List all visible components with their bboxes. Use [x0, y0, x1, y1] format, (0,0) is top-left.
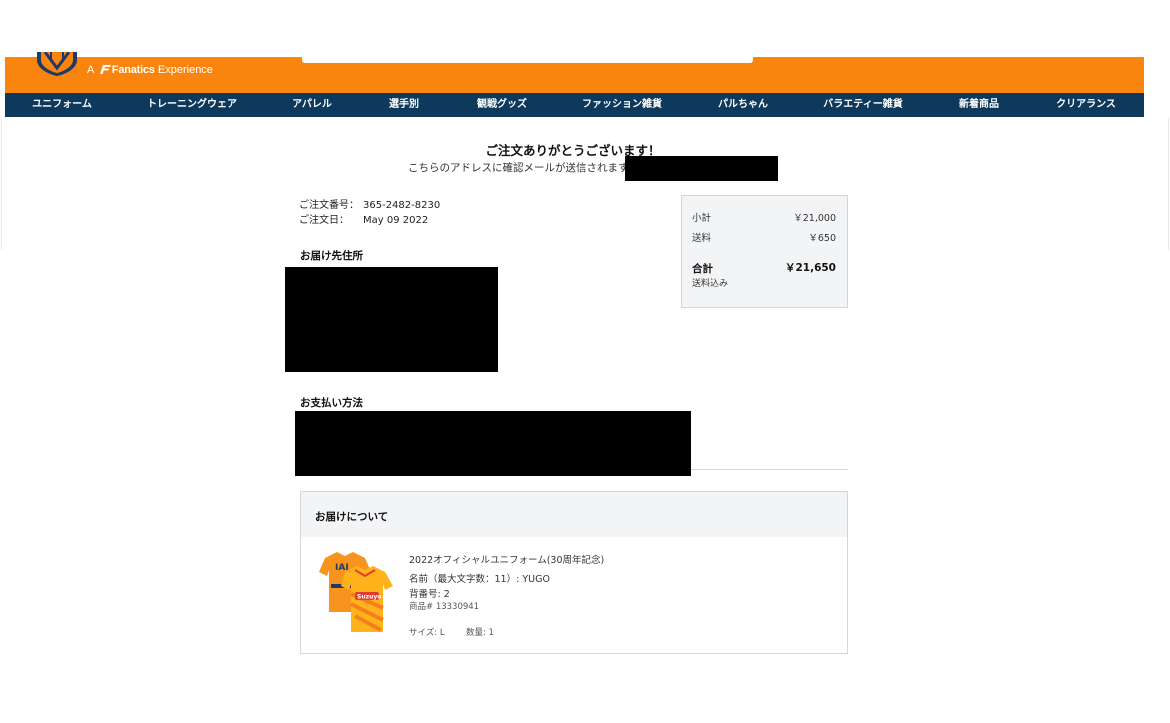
qty-label: 数量: — [465, 628, 486, 638]
main-nav: ユニフォーム トレーニングウェア アパレル 選手別 観戦グッズ ファッション雑貨… — [5, 93, 1144, 117]
number-value: 2 — [443, 589, 450, 600]
qty-value: 1 — [488, 628, 494, 638]
size-value: L — [439, 628, 445, 638]
nav-item-clearance[interactable]: クリアランス — [1056, 93, 1116, 117]
nav-item-apparel[interactable]: アパレル — [292, 93, 332, 117]
item-custom-name: 名前（最大文字数：11）: YUGO — [409, 571, 550, 585]
nav-item-supporter-goods[interactable]: 観戦グッズ — [477, 93, 527, 117]
club-crest-icon[interactable] — [35, 52, 79, 76]
brand-name: Fanatics — [111, 64, 155, 76]
redacted-email — [625, 156, 778, 181]
subtotal-label: 小計 — [692, 213, 712, 224]
thanks-heading: ご注文ありがとうございます！ — [485, 143, 661, 158]
delivery-card: お届けについて IAI Suzuyo 2022オフィシャルユニフォーム(30周年… — [300, 491, 848, 654]
nav-item-by-player[interactable]: 選手別 — [389, 93, 419, 117]
shipping-address-title: お届け先住所 — [300, 250, 363, 262]
search-input[interactable] — [302, 57, 753, 63]
brand-suffix: Experience — [157, 64, 213, 76]
order-date-label: ご注文日： — [299, 215, 349, 226]
shipping-fee-label: 送料 — [692, 233, 712, 244]
item-name[interactable]: 2022オフィシャルユニフォーム(30周年記念) — [409, 552, 604, 566]
shipping-included-note: 送料込み — [692, 279, 729, 289]
site-header: A Fanatics Experience — [5, 52, 1144, 93]
fanatics-experience-logo[interactable]: A Fanatics Experience — [87, 64, 213, 76]
order-date-row: ご注文日： May 09 2022 — [299, 211, 428, 226]
left-edge-line — [1, 118, 2, 250]
right-edge-line — [1168, 118, 1169, 250]
item-number: 背番号: 2 — [409, 586, 450, 600]
jersey-image[interactable]: IAI Suzuyo — [315, 550, 395, 634]
item-sku: 商品# 13330941 — [409, 602, 480, 612]
shipping-fee-value: ￥650 — [808, 233, 836, 244]
section-divider — [691, 469, 848, 470]
email-notice: こちらのアドレスに確認メールが送信されます： — [408, 162, 639, 174]
nav-item-new-arrivals[interactable]: 新着商品 — [959, 93, 999, 117]
custom-name-value: YUGO — [522, 574, 550, 585]
subtotal-row: 小計 ￥21,000 — [692, 210, 836, 224]
subtotal-value: ￥21,000 — [793, 213, 836, 224]
delivery-card-header: お届けについて — [301, 492, 847, 537]
payment-method-title: お支払い方法 — [300, 397, 363, 409]
delivery-title: お届けについて — [315, 511, 389, 523]
shipping-fee-row: 送料 ￥650 — [692, 230, 836, 244]
number-label: 背番号: — [409, 589, 441, 600]
svg-text:Suzuyo: Suzuyo — [357, 594, 381, 601]
custom-name-label: 名前（最大文字数：11）: — [409, 574, 520, 585]
order-summary: 小計 ￥21,000 送料 ￥650 合計 ￥21,650 送料込み — [681, 195, 848, 308]
fanatics-flag-icon — [99, 65, 111, 74]
item-size-qty: サイズ: L 数量: 1 — [409, 626, 494, 638]
nav-item-fashion-goods[interactable]: ファッション雑貨 — [582, 93, 662, 117]
redacted-shipping-address — [285, 267, 498, 372]
nav-item-uniform[interactable]: ユニフォーム — [32, 93, 92, 117]
order-date-value: May 09 2022 — [363, 215, 429, 226]
brand-prefix: A — [87, 64, 94, 76]
nav-item-variety-goods[interactable]: バラエティー雑貨 — [823, 93, 902, 117]
redacted-payment-method — [295, 411, 691, 476]
total-value: ￥21,650 — [784, 262, 836, 274]
size-label: サイズ: — [409, 628, 438, 638]
order-number-label: ご注文番号： — [299, 200, 359, 211]
order-number-value: 365-2482-8230 — [363, 200, 441, 211]
nav-item-paru-chan[interactable]: パルちゃん — [718, 93, 768, 117]
order-number-row: ご注文番号： 365-2482-8230 — [299, 196, 440, 211]
total-label: 合計 — [692, 263, 713, 275]
nav-item-training-wear[interactable]: トレーニングウェア — [147, 93, 237, 117]
total-row: 合計 ￥21,650 — [692, 261, 836, 276]
